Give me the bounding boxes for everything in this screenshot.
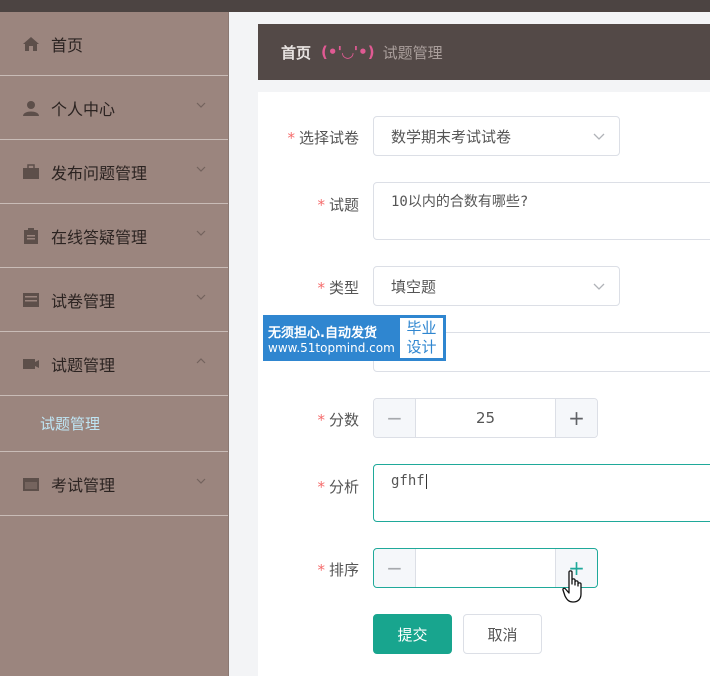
chevron-up-icon [196, 358, 206, 364]
chevron-down-icon [196, 102, 206, 108]
order-row: * 排序 − + [258, 548, 710, 588]
watermark-text: 无须担心.自动发货 www.51topmind.com [264, 316, 398, 360]
sidebar-item-exam-paper[interactable]: 试卷管理 [0, 268, 228, 332]
exam-row: * 选择试卷 数学期末考试试卷 [258, 116, 710, 156]
clipboard-icon [22, 227, 40, 244]
watermark-badge-line1: 毕业 [406, 319, 437, 337]
sidebar-item-publish-question[interactable]: 发布问题管理 [0, 140, 228, 204]
question-label: * 试题 [317, 196, 359, 214]
type-select[interactable]: 填空题 [373, 266, 620, 306]
analysis-row: * 分析 gfhf [258, 464, 710, 524]
sidebar-item-label: 发布问题管理 [51, 163, 148, 183]
watermark-line1: 无须担心.自动发货 [268, 325, 377, 341]
sidebar-item-label: 试卷管理 [51, 291, 116, 311]
analysis-value: gfhf [391, 473, 425, 489]
question-row: * 试题 10以内的合数有哪些? [258, 182, 710, 242]
exam-select[interactable]: 数学期末考试试卷 [373, 116, 620, 156]
sidebar-subitem-question-management[interactable]: 试题管理 [0, 396, 228, 452]
score-label: * 分数 [317, 411, 359, 429]
chevron-down-icon [196, 294, 206, 300]
sidebar-item-exam-management[interactable]: 考试管理 [0, 452, 228, 516]
text-caret [425, 473, 427, 489]
sidebar-item-label: 考试管理 [51, 475, 116, 495]
sidebar-item-label: 个人中心 [51, 99, 116, 119]
question-form: * 选择试卷 数学期末考试试卷 * 试题 10以内的合数有哪些? * 类型 填空题 *… [258, 92, 710, 676]
watermark-badge: 毕业 设计 [398, 316, 445, 360]
sidebar-item-label: 试题管理 [51, 355, 116, 375]
chevron-down-icon [196, 478, 206, 484]
sidebar-item-online-qa[interactable]: 在线答疑管理 [0, 204, 228, 268]
sidebar: 首页 个人中心 发布问题管理 在线答疑管理 试卷管理 试题管理 试题管理 考试管… [0, 12, 229, 676]
sidebar-item-question-management[interactable]: 试题管理 [0, 332, 228, 396]
hand-pointer-icon [562, 570, 582, 603]
score-row: * 分数 − 25 + [258, 398, 710, 438]
sidebar-item-home[interactable]: 首页 [0, 12, 228, 76]
video-icon [22, 356, 40, 372]
home-icon [22, 36, 40, 52]
sidebar-item-label: 在线答疑管理 [51, 227, 148, 247]
actions-row: 提交 取消 [258, 614, 710, 654]
breadcrumb-home[interactable]: 首页 [281, 42, 311, 63]
user-icon [22, 100, 40, 116]
chevron-down-icon [196, 166, 206, 172]
score-decrement-button[interactable]: − [374, 399, 416, 437]
breadcrumb-current: 试题管理 [382, 43, 443, 62]
order-label: * 排序 [317, 561, 359, 579]
type-select-value: 填空题 [391, 277, 437, 296]
order-value[interactable] [416, 549, 555, 587]
type-row: * 类型 填空题 [258, 266, 710, 306]
submit-button[interactable]: 提交 [373, 614, 452, 654]
sidebar-subitem-label: 试题管理 [40, 415, 101, 433]
chevron-down-icon [196, 230, 206, 236]
chevron-down-icon [593, 283, 605, 290]
score-increment-button[interactable]: + [555, 399, 597, 437]
cancel-button[interactable]: 取消 [463, 614, 542, 654]
sidebar-item-label: 首页 [51, 35, 84, 55]
analysis-label: * 分析 [317, 478, 359, 496]
score-value[interactable]: 25 [416, 399, 555, 437]
breadcrumb: 首页 (•'◡'•) 试题管理 [258, 24, 710, 80]
sidebar-item-personal-center[interactable]: 个人中心 [0, 76, 228, 140]
chevron-down-icon [593, 133, 605, 140]
exam-label: * 选择试卷 [287, 129, 359, 147]
briefcase-icon [22, 163, 40, 180]
calendar-icon [22, 476, 40, 492]
breadcrumb-separator: (•'◡'•) [321, 43, 375, 61]
exam-select-value: 数学期末考试试卷 [391, 127, 512, 146]
grid-icon [22, 292, 40, 308]
score-stepper[interactable]: − 25 + [373, 398, 598, 438]
watermark-banner: 无须担心.自动发货 www.51topmind.com 毕业 设计 [263, 315, 446, 361]
watermark-line2: www.51topmind.com [268, 340, 395, 355]
order-decrement-button[interactable]: − [374, 549, 416, 587]
top-bar [0, 0, 710, 12]
analysis-textarea[interactable]: gfhf [373, 464, 710, 522]
type-label: * 类型 [317, 279, 359, 297]
watermark-badge-line2: 设计 [406, 338, 437, 356]
question-textarea[interactable]: 10以内的合数有哪些? [373, 182, 710, 240]
